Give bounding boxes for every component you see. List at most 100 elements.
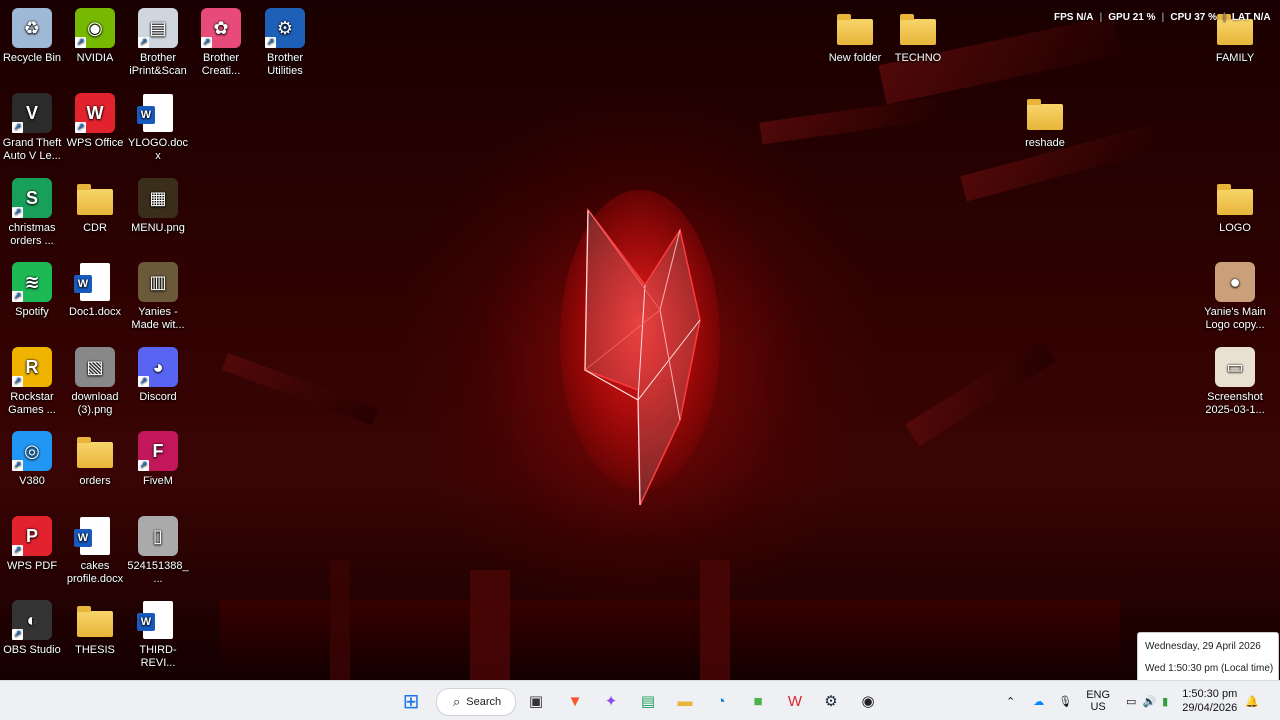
obs-icon[interactable]: ◉ — [854, 687, 882, 715]
spotify-icon: ≋ ↗ — [12, 262, 52, 302]
desktop-icon-yanies-main-logo[interactable]: ● Yanie's Main Logo copy... — [1203, 262, 1267, 332]
desktop-icon-gta-v[interactable]: V ↗ Grand Theft Auto V Le... — [0, 93, 64, 163]
desktop-icon-screenshot-2025[interactable]: ▭ Screenshot 2025-03-1... — [1203, 347, 1267, 417]
obs-studio-icon: ◐ ↗ — [12, 600, 52, 640]
start-icon[interactable]: ⊞ — [397, 687, 425, 715]
brother-iprint-scan-icon: ▤ ↗ — [138, 8, 178, 48]
wps-icon[interactable]: W — [781, 687, 809, 715]
desktop-icon-brother-utilities[interactable]: ⚙ ↗ Brother Utilities — [253, 8, 317, 78]
taskbar: ⊞ ⌕ Search ▣ ▼ ✦ ▤ ▬ ◔ ■ W ⚙ ◉ ⌃ ☁ 🎙 ENG… — [0, 680, 1280, 720]
volume-icon[interactable]: 🔊 — [1142, 695, 1156, 708]
desktop-icon-label: Brother iPrint&Scan — [129, 52, 187, 77]
clock-popup-date: Wednesday, 29 April 2026 — [1145, 641, 1261, 652]
chevron-up-icon[interactable]: ⌃ — [1006, 695, 1015, 708]
onedrive-icon[interactable]: ☁ — [1033, 695, 1044, 708]
desktop-icon-label: Yanie's Main Logo copy... — [1204, 306, 1266, 331]
desktop-icon-christmas-orders[interactable]: S ↗ christmas orders ... — [0, 178, 64, 248]
desktop-icon-logo-folder[interactable]: LOGO — [1203, 178, 1267, 235]
clock[interactable]: 1:50:30 pm 29/04/2026 — [1182, 687, 1237, 715]
desktop-icon-label: MENU.png — [131, 222, 185, 234]
notification-bell-icon[interactable]: 🔔 — [1245, 695, 1259, 708]
shortcut-arrow-icon: ↗ — [265, 37, 276, 48]
shortcut-arrow-icon: ↗ — [12, 376, 23, 387]
battery-icon[interactable]: ▮ — [1162, 695, 1168, 708]
desktop-icon-label: Yanies - Made wit... — [131, 306, 185, 331]
cdr-folder-icon — [75, 178, 115, 218]
system-tray: ⌃ ☁ 🎙 ENG US ▭ 🔊 ▮ 1:50:30 pm 29/04/2026… — [1000, 681, 1259, 720]
desktop-icon-ylogo-docx[interactable]: W YLOGO.docx — [126, 93, 190, 163]
cpu-value: 37 % — [1194, 12, 1218, 23]
desktop-icon-wps-pdf[interactable]: P ↗ WPS PDF — [0, 516, 64, 573]
desktop-icon-label: Recycle Bin — [2, 52, 62, 64]
desktop-icon-v380[interactable]: ◎ ↗ V380 — [0, 431, 64, 488]
clock-popup-time: Wed 1:50:30 pm (Local time) — [1145, 663, 1274, 674]
desktop-icon-rockstar-games[interactable]: R ↗ Rockstar Games ... — [0, 347, 64, 417]
task-view-icon[interactable]: ▣ — [522, 687, 550, 715]
desktop-icon-label: 524151388_... — [127, 560, 189, 585]
desktop-icon-menu-png[interactable]: ▦ MENU.png — [126, 178, 190, 235]
desktop-icon-label: WPS Office — [66, 137, 124, 149]
steam-icon[interactable]: ⚙ — [817, 687, 845, 715]
desktop-icon-cakes-profile-docx[interactable]: Wcakes profile.docx — [63, 516, 127, 586]
clock-popup: Wednesday, 29 April 2026 Wed 1:50:30 pm … — [1137, 632, 1279, 682]
desktop-icon-label: Brother Utilities — [266, 52, 304, 77]
desktop-icon-nvidia[interactable]: ◉ ↗ NVIDIA — [63, 8, 127, 65]
language-indicator[interactable]: ENG US — [1086, 689, 1110, 713]
shortcut-arrow-icon: ↗ — [12, 122, 23, 133]
desktop-icon-label: cakes profile.docx — [66, 560, 124, 585]
desktop-icon-techno-folder[interactable]: TECHNO — [886, 8, 950, 65]
desktop-icon-label: reshade — [1025, 137, 1065, 149]
desktop-icon-spotify[interactable]: ≋ ↗ Spotify — [0, 262, 64, 319]
v380-icon: ◎ ↗ — [12, 431, 52, 471]
desktop-icon-label: Rockstar Games ... — [8, 391, 56, 416]
shortcut-arrow-icon: ↗ — [201, 37, 212, 48]
edge-icon[interactable]: ◔ — [707, 687, 735, 715]
brave-icon[interactable]: ▼ — [561, 687, 589, 715]
wps-pdf-icon: P ↗ — [12, 516, 52, 556]
search-label: Search — [466, 696, 502, 708]
desktop-icon-cdr-folder[interactable]: CDR — [63, 178, 127, 235]
desktop-icon-label: christmas orders ... — [8, 222, 56, 247]
desktop-icon-new-folder[interactable]: New folder — [823, 8, 887, 65]
desktop-icon-fivem[interactable]: F ↗ FiveM — [126, 431, 190, 488]
menu-png-icon: ▦ — [138, 178, 178, 218]
network-icon[interactable]: ▭ — [1126, 695, 1136, 708]
wallpaper-logo — [560, 190, 720, 506]
search-icon: ⌕ — [453, 694, 461, 709]
desktop-icon-orders-folder[interactable]: orders — [63, 431, 127, 488]
file-explorer-icon[interactable]: ▬ — [671, 687, 699, 715]
desktop-icon-label: WPS PDF — [6, 560, 58, 572]
wps-office-icon: W ↗ — [75, 93, 115, 133]
desktop-icon-label: Brother Creati... — [201, 52, 241, 77]
chat-icon[interactable]: ▤ — [634, 687, 662, 715]
yanies-made-with-icon: ▥ — [138, 262, 178, 302]
app-green-icon[interactable]: ■ — [744, 687, 772, 715]
shortcut-arrow-icon: ↗ — [138, 376, 149, 387]
desktop-icon-doc1-docx[interactable]: W Doc1.docx — [63, 262, 127, 319]
desktop-icon-label: CDR — [83, 222, 107, 234]
desktop-icon-label: V380 — [19, 475, 45, 487]
desktop-icon-thesis-folder[interactable]: THESIS — [63, 600, 127, 657]
desktop-icon-third-revi-docx[interactable]: W THIRD-REVI... — [126, 600, 190, 670]
desktop-icon-yanies-made-with[interactable]: ▥ Yanies - Made wit... — [126, 262, 190, 332]
desktop-icon-brother-creative[interactable]: ✿ ↗ Brother Creati... — [189, 8, 253, 78]
copilot-icon[interactable]: ✦ — [597, 687, 625, 715]
desktop-icon-label: Doc1.docx — [69, 306, 121, 318]
third-revi-docx-icon: W — [137, 600, 178, 640]
brother-creative-icon: ✿ ↗ — [201, 8, 241, 48]
desktop-icon-label: YLOGO.docx — [128, 137, 188, 162]
desktop-icon-recycle-bin[interactable]: ♻ Recycle Bin — [0, 8, 64, 65]
desktop-icon-download-3-png[interactable]: ▧ download (3).png — [63, 347, 127, 417]
desktop-icon-file-524151388[interactable]: ▯ 524151388_... — [126, 516, 190, 586]
desktop-background: ♻ Recycle Bin ◉ ↗ NVIDIA ▤ ↗ Brother iPrint&Sca… — [0, 0, 1280, 680]
desktop-icon-wps-office[interactable]: W ↗ WPS Office — [63, 93, 127, 150]
new-folder-icon — [835, 8, 875, 48]
search-box[interactable]: ⌕ Search — [436, 688, 516, 716]
desktop-icon-reshade-folder[interactable]: reshade — [1013, 93, 1077, 150]
desktop-icon-label: Screenshot 2025-03-1... — [1205, 391, 1265, 416]
desktop-icon-discord[interactable]: ◕ ↗ Discord — [126, 347, 190, 404]
gpu-label: GPU — [1108, 12, 1130, 23]
desktop-icon-brother-iprint-scan[interactable]: ▤ ↗ Brother iPrint&Scan — [126, 8, 190, 78]
microphone-icon[interactable]: 🎙 — [1058, 695, 1072, 708]
desktop-icon-obs-studio[interactable]: ◐ ↗ OBS Studio — [0, 600, 64, 657]
